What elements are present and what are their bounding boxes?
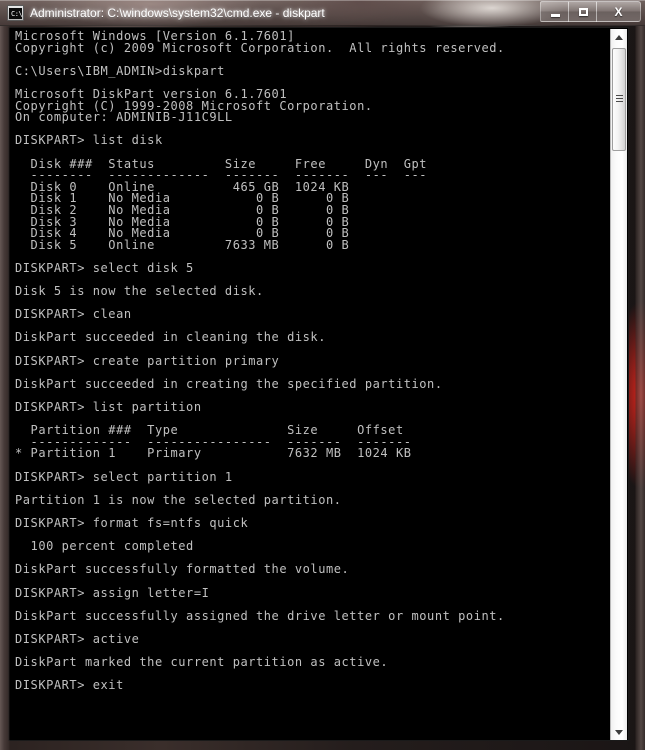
minimize-icon — [551, 14, 560, 17]
close-button[interactable]: X — [596, 1, 641, 22]
scrollbar-grip-icon — [616, 95, 623, 103]
console-scrollbar[interactable] — [610, 29, 627, 740]
command-prompt-window: C:\. Administrator: C:\windows\system32\… — [0, 0, 645, 750]
window-title-bar[interactable]: C:\. Administrator: C:\windows\system32\… — [0, 0, 645, 26]
window-title: Administrator: C:\windows\system32\cmd.e… — [30, 6, 325, 20]
console-client-area[interactable]: Microsoft Windows [Version 6.1.7601] Cop… — [8, 27, 629, 741]
cmd-icon-prompt: C:\. — [11, 10, 23, 18]
close-icon: X — [614, 4, 623, 19]
scroll-down-arrow-button[interactable] — [611, 724, 627, 740]
cmd-icon-screen: C:\. — [9, 8, 23, 19]
window-controls: X — [540, 1, 641, 22]
maximize-button[interactable] — [568, 1, 597, 22]
minimize-button[interactable] — [540, 1, 569, 22]
chevron-down-icon — [615, 730, 623, 735]
cmd-console-icon[interactable]: C:\. — [7, 5, 24, 21]
console-output-text: Microsoft Windows [Version 6.1.7601] Cop… — [15, 29, 505, 693]
chevron-up-icon — [615, 35, 623, 40]
scrollbar-thumb[interactable] — [612, 48, 626, 151]
scroll-up-arrow-button[interactable] — [611, 29, 627, 46]
maximize-icon — [579, 8, 588, 16]
